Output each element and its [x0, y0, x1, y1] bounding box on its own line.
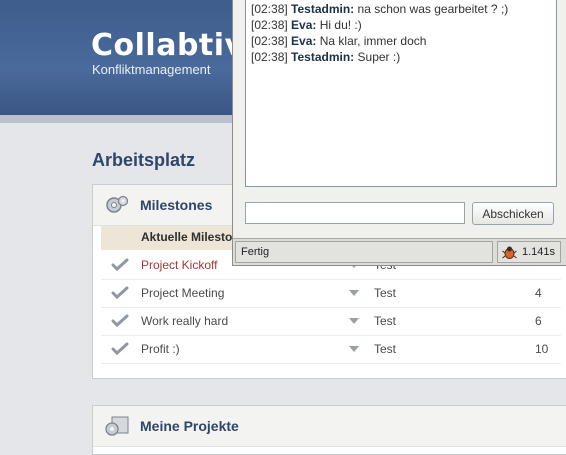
milestone-project: Test — [374, 286, 397, 300]
firebug-icon — [502, 246, 517, 259]
status-load-time[interactable]: 1.141s — [497, 241, 561, 263]
triangle-down-icon[interactable] — [349, 346, 359, 352]
chat-message: [02:38] Eva: Hi du! :) — [251, 17, 556, 33]
page-title: Arbeitsplatz — [92, 150, 196, 170]
milestone-project: Test — [374, 342, 397, 356]
app-subtitle: Konfliktmanagement — [92, 62, 211, 77]
chat-message-time: [02:38] — [251, 34, 288, 48]
chat-log[interactable]: [02:38] Testadmin: na schon was gearbeit… — [245, 0, 557, 187]
projects-panel-header[interactable]: Meine Projekte — [93, 406, 566, 447]
browser-statusbar: Fertig 1.141s — [233, 238, 566, 265]
load-time-value: 1.141s — [522, 246, 556, 258]
projects-title: Meine Projekte — [140, 418, 239, 434]
milestone-project: Test — [374, 314, 397, 328]
chat-message-input[interactable] — [245, 202, 465, 224]
gear-icon — [105, 416, 129, 436]
milestone-row: Work really hard Test 6 — [101, 307, 561, 336]
chat-message-user: Eva: — [291, 34, 317, 48]
milestone-row: Project Meeting Test 4 — [101, 279, 561, 308]
milestone-name[interactable]: Project Kickoff — [141, 258, 217, 272]
milestone-days-left: 6 — [535, 314, 542, 328]
projects-panel: Meine Projekte — [92, 405, 566, 455]
chat-message-time: [02:38] — [251, 2, 288, 16]
chat-message-user: Eva: — [291, 18, 317, 32]
check-icon[interactable] — [111, 314, 129, 328]
chat-message-user: Testadmin: — [291, 2, 355, 16]
chat-message: [02:38] Testadmin: Super :) — [251, 49, 556, 65]
chat-message-text: na schon was gearbeitet ? ;) — [357, 2, 509, 16]
chat-message: [02:38] Eva: Na klar, immer doch — [251, 33, 556, 49]
chat-message: [02:38] Testadmin: na schon was gearbeit… — [251, 1, 556, 17]
milestone-days-left: 10 — [535, 342, 549, 356]
check-icon[interactable] — [111, 258, 129, 272]
status-text: Fertig — [235, 241, 493, 263]
chat-message-time: [02:38] — [251, 50, 288, 64]
milestone-name[interactable]: Project Meeting — [141, 286, 224, 300]
milestone-name[interactable]: Work really hard — [141, 314, 228, 328]
check-icon[interactable] — [111, 342, 129, 356]
chat-message-text: Hi du! :) — [319, 18, 362, 32]
milestone-row: Profit :) Test 10 — [101, 335, 561, 364]
gear-icon — [106, 195, 129, 213]
check-icon[interactable] — [111, 286, 129, 300]
send-button[interactable]: Abschicken — [472, 202, 554, 225]
triangle-down-icon[interactable] — [349, 318, 359, 324]
milestone-name[interactable]: Profit :) — [141, 342, 180, 356]
milestone-days-left: 4 — [535, 286, 542, 300]
chat-window: [02:38] Testadmin: na schon was gearbeit… — [232, 0, 566, 266]
milestones-title: Milestones — [140, 197, 213, 213]
chat-message-user: Testadmin: — [291, 50, 355, 64]
triangle-down-icon[interactable] — [349, 290, 359, 296]
chat-message-text: Na klar, immer doch — [319, 34, 427, 48]
chat-message-time: [02:38] — [251, 18, 288, 32]
chat-message-text: Super :) — [357, 50, 401, 64]
